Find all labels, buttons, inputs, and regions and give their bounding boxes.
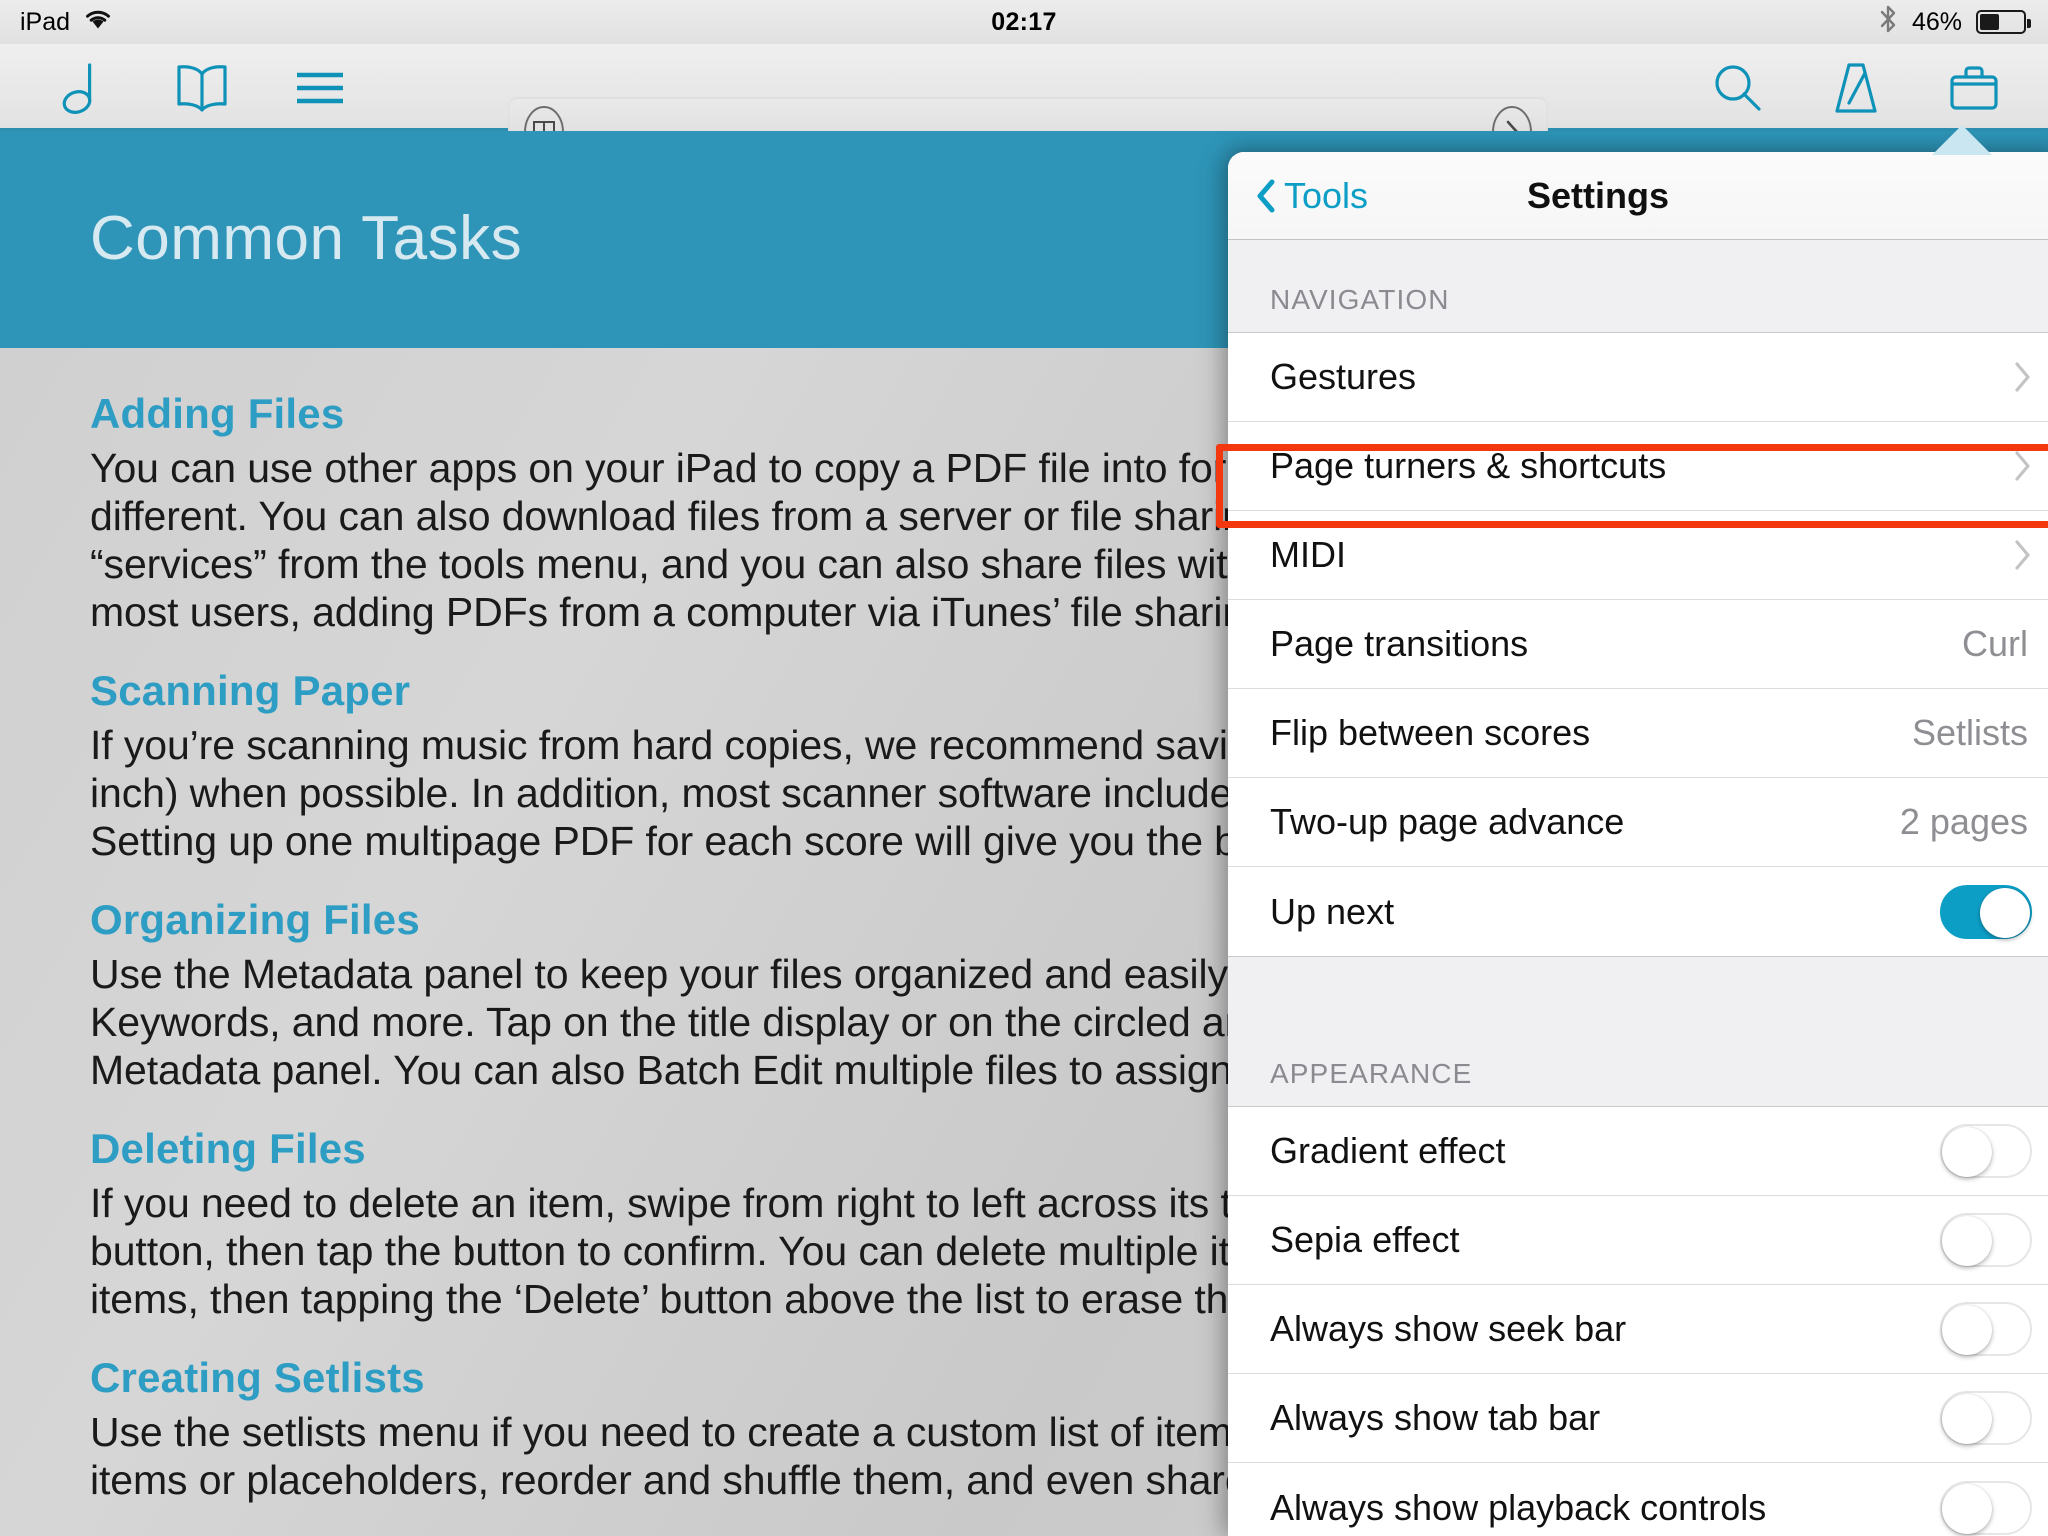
settings-row-page-turners-shortcuts[interactable]: Page turners & shortcuts bbox=[1228, 422, 2048, 511]
toggle-knob bbox=[1942, 1483, 1992, 1534]
settings-row-label: Gradient effect bbox=[1270, 1130, 1506, 1171]
battery-percent-label: 46% bbox=[1911, 7, 1962, 36]
settings-row-label: Always show playback controls bbox=[1270, 1486, 1767, 1528]
settings-group-header: APPEARANCE bbox=[1228, 1014, 2048, 1106]
clock-label: 02:17 bbox=[991, 7, 1057, 36]
settings-row-value: Setlists bbox=[1911, 712, 2028, 753]
toggle-knob bbox=[1980, 887, 2030, 938]
settings-row-label: Page transitions bbox=[1270, 623, 1529, 664]
settings-row-toggle[interactable] bbox=[1940, 1480, 2032, 1535]
settings-row-toggle[interactable] bbox=[1940, 1302, 2032, 1356]
metronome-icon[interactable] bbox=[1828, 60, 1884, 116]
chevron-right-icon bbox=[2014, 539, 2032, 571]
settings-popover: Tools Settings NAVIGATION Gestures Page tu… bbox=[1228, 152, 2048, 1536]
settings-row-flip-between-scores[interactable]: Flip between scores Setlists bbox=[1228, 689, 2048, 778]
status-bar: iPad 02:17 46% bbox=[0, 0, 2048, 44]
popover-arrow bbox=[1932, 125, 1992, 155]
app-toolbar bbox=[0, 44, 2048, 167]
settings-row-gradient-effect[interactable]: Gradient effect bbox=[1228, 1107, 2048, 1196]
screen-root: iPad 02:17 46% Common Tasks Adding Files… bbox=[0, 0, 2048, 1536]
chevron-right-icon bbox=[2014, 450, 2032, 482]
settings-row-label: Up next bbox=[1270, 890, 1395, 932]
toggle-knob bbox=[1942, 1216, 1992, 1266]
settings-row-label: Two-up page advance bbox=[1270, 801, 1625, 842]
settings-row-two-up-page-advance[interactable]: Two-up page advance 2 pages bbox=[1228, 778, 2048, 867]
popover-navbar: Tools Settings bbox=[1228, 152, 2048, 240]
settings-row-always-show-playback-controls[interactable]: Always show playback controls bbox=[1228, 1463, 2048, 1536]
open-book-icon[interactable] bbox=[174, 60, 230, 116]
toolbox-icon[interactable] bbox=[1946, 60, 2002, 116]
settings-row-midi[interactable]: MIDI bbox=[1228, 511, 2048, 600]
settings-row-always-show-seek-bar[interactable]: Always show seek bar bbox=[1228, 1285, 2048, 1374]
settings-list[interactable]: NAVIGATION Gestures Page turners & shortcu… bbox=[1228, 240, 2048, 1536]
settings-row-label: Always show seek bar bbox=[1270, 1308, 1627, 1349]
settings-row-gestures[interactable]: Gestures bbox=[1228, 333, 2048, 422]
settings-row-label: Flip between scores bbox=[1270, 712, 1591, 753]
settings-row-sepia-effect[interactable]: Sepia effect bbox=[1228, 1196, 2048, 1285]
group-spacer bbox=[1228, 956, 2048, 1014]
toggle-knob bbox=[1942, 1305, 1992, 1355]
music-note-icon[interactable] bbox=[56, 60, 112, 116]
settings-row-toggle[interactable] bbox=[1940, 1124, 2032, 1178]
toolbar-right-group bbox=[1710, 44, 2002, 131]
settings-row-always-show-tab-bar[interactable]: Always show tab bar bbox=[1228, 1374, 2048, 1463]
toolbar-left-group bbox=[56, 44, 348, 131]
toggle-knob bbox=[1942, 1394, 1992, 1444]
search-icon[interactable] bbox=[1710, 60, 1766, 116]
settings-group-rows: Gradient effect Sepia effect Always show s… bbox=[1228, 1106, 2048, 1536]
settings-row-toggle[interactable] bbox=[1940, 884, 2032, 939]
settings-group-header: NAVIGATION bbox=[1228, 240, 2048, 332]
bluetooth-icon bbox=[1878, 4, 1898, 41]
battery-icon bbox=[1976, 10, 2031, 34]
settings-row-label: Sepia effect bbox=[1270, 1219, 1460, 1260]
settings-row-value: 2 pages bbox=[1899, 801, 2028, 842]
toggle-knob bbox=[1942, 1127, 1992, 1177]
settings-row-toggle[interactable] bbox=[1940, 1213, 2032, 1267]
popover-title: Settings bbox=[1526, 174, 1669, 216]
settings-row-up-next[interactable]: Up next bbox=[1228, 867, 2048, 956]
settings-row-page-transitions[interactable]: Page transitions Curl bbox=[1228, 600, 2048, 689]
settings-row-label: Always show tab bar bbox=[1270, 1397, 1601, 1438]
settings-row-value: Curl bbox=[1961, 623, 2028, 664]
settings-row-toggle[interactable] bbox=[1940, 1391, 2032, 1445]
settings-row-label: MIDI bbox=[1270, 534, 1346, 575]
settings-row-label: Gestures bbox=[1270, 356, 1417, 397]
page-title: Common Tasks bbox=[90, 204, 523, 273]
chevron-right-icon bbox=[2014, 361, 2032, 393]
settings-group-rows: Gestures Page turners & shortcuts MIDI Page… bbox=[1228, 332, 2048, 956]
settings-row-label: Page turners & shortcuts bbox=[1270, 445, 1667, 486]
hamburger-menu-icon[interactable] bbox=[292, 60, 348, 116]
status-bar-right: 46% bbox=[1878, 4, 2031, 41]
